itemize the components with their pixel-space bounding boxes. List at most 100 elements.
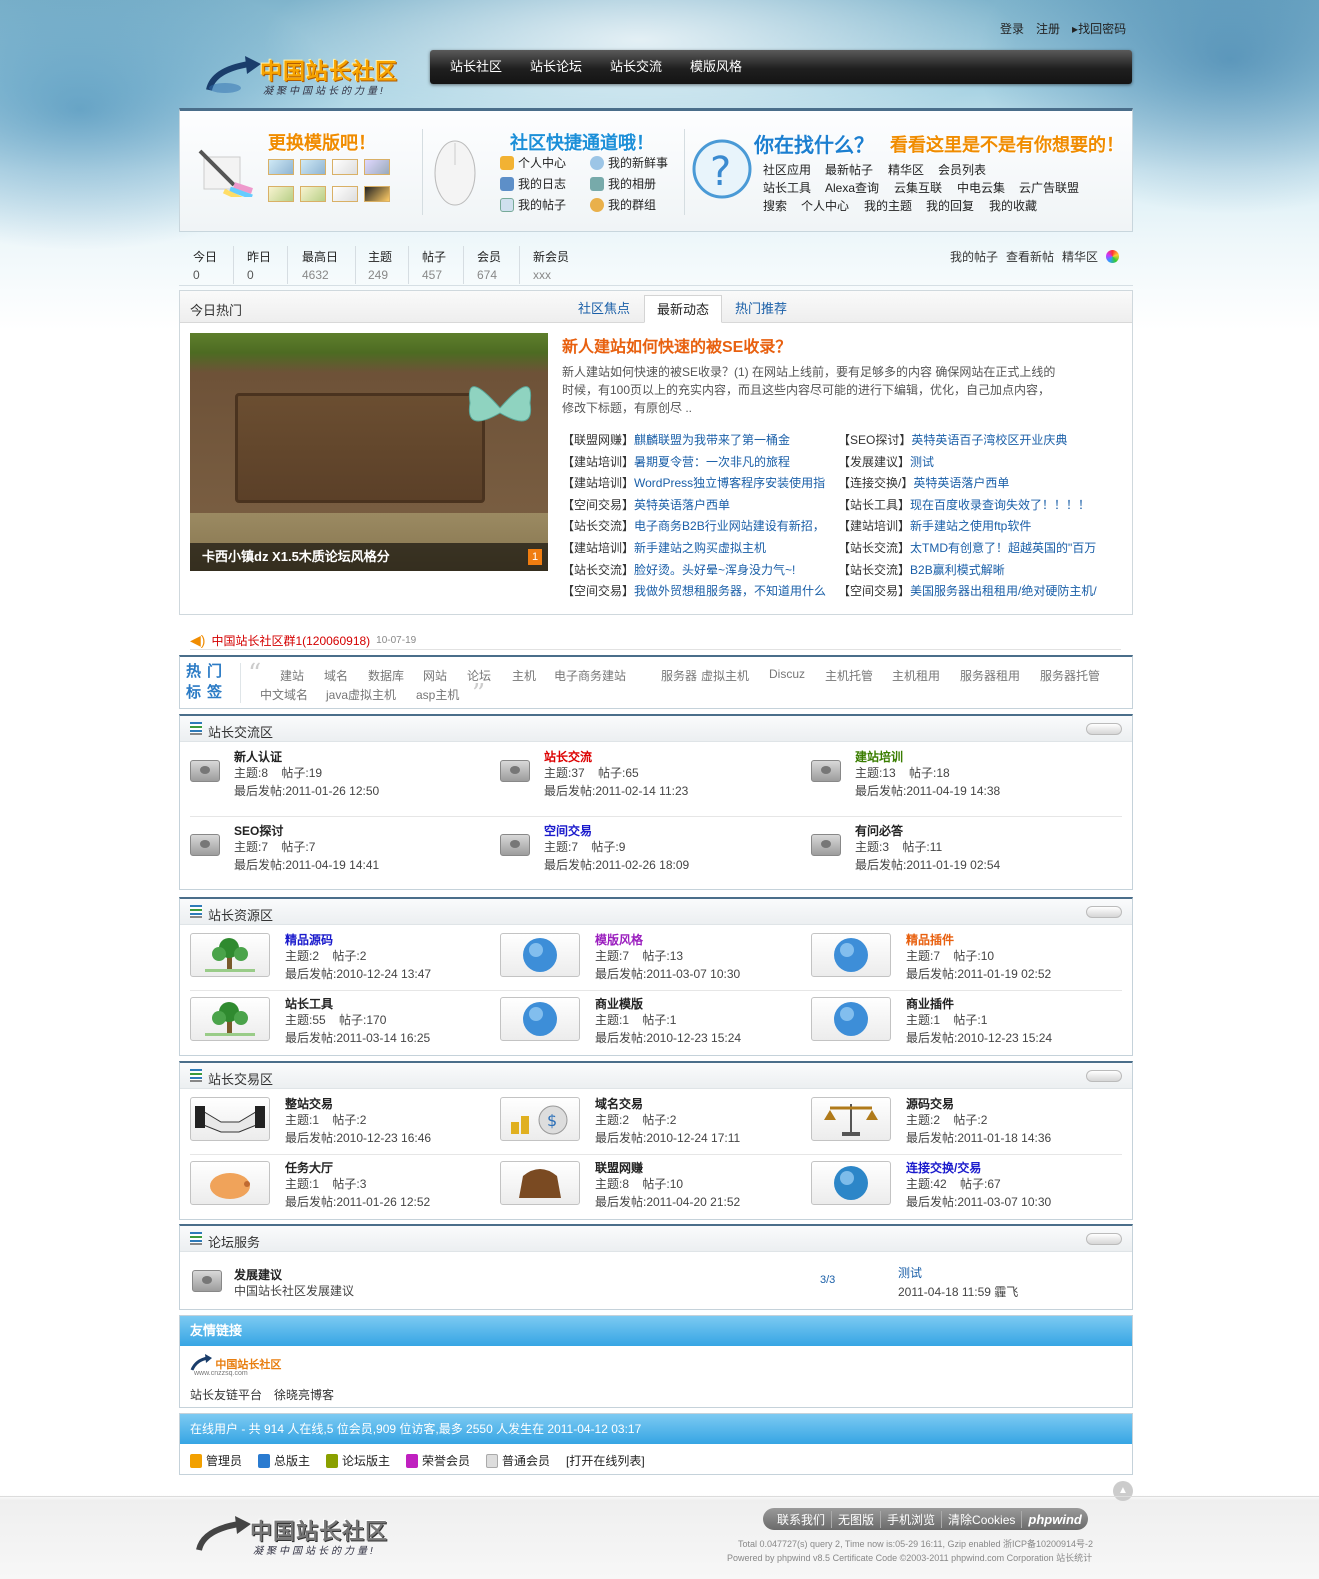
item-category[interactable]: 【联盟网赚】 [562, 433, 634, 447]
register-link[interactable]: 注册 [1036, 20, 1060, 37]
forum-name[interactable]: 精品源码 [285, 931, 333, 948]
forum-icon[interactable] [811, 1097, 891, 1141]
find-link[interactable]: 社区应用 [763, 161, 811, 178]
quick-link-posts[interactable]: 我的帖子 [500, 196, 566, 213]
item-title[interactable]: 新手建站之购买虚拟主机 [634, 541, 766, 555]
tag-link[interactable]: 虚拟主机 [701, 667, 749, 684]
forum-icon[interactable] [500, 1161, 580, 1205]
item-category[interactable]: 【连接交换/】 [838, 476, 913, 490]
item-category[interactable]: 【发展建议】 [838, 455, 910, 469]
tag-link[interactable]: 建站 [280, 667, 304, 684]
forum-name[interactable]: 整站交易 [285, 1095, 333, 1112]
forum-name[interactable]: 模版风格 [595, 931, 643, 948]
link-item[interactable]: 徐晓亮博客 [274, 1386, 334, 1403]
partner-logo[interactable]: 中国站长社区 www.cnzzsq.com [190, 1354, 281, 1377]
item-category[interactable]: 【站长交流】 [562, 519, 634, 533]
tag-link[interactable]: 中文域名 [260, 686, 308, 703]
find-link[interactable]: 站长工具 [763, 179, 811, 196]
tag-link[interactable]: 主机 [512, 667, 536, 684]
item-category[interactable]: 【空间交易】 [838, 584, 910, 598]
forum-name[interactable]: 新人认证 [234, 748, 282, 765]
last-post-title[interactable]: 测试 [898, 1264, 922, 1281]
forum-icon[interactable] [811, 933, 891, 977]
collapse-toggle[interactable] [1086, 1070, 1122, 1082]
nav-item-forum[interactable]: 站长论坛 [516, 50, 596, 84]
collapse-toggle[interactable] [1086, 1233, 1122, 1245]
find-link[interactable]: 会员列表 [938, 161, 986, 178]
nav-item-templates[interactable]: 模版风格 [676, 50, 756, 84]
tag-link[interactable]: 服务器托管 [1040, 667, 1100, 684]
item-title[interactable]: 现在百度收录查询失效了！！！！ [910, 498, 1090, 512]
tag-link[interactable]: Discuz [769, 667, 805, 681]
tag-link[interactable]: 论坛 [467, 667, 491, 684]
clear-cookies-link[interactable]: 清除Cookies [942, 1510, 1023, 1528]
tag-link[interactable]: 网站 [423, 667, 447, 684]
forum-icon[interactable] [190, 1161, 270, 1205]
forum-icon[interactable] [500, 933, 580, 977]
forum-name[interactable]: 建站培训 [855, 748, 903, 765]
item-category[interactable]: 【建站培训】 [838, 519, 910, 533]
skin-thumb[interactable] [300, 159, 326, 175]
tag-link[interactable]: asp主机 [416, 686, 459, 703]
tag-link[interactable]: 数据库 [368, 667, 404, 684]
find-link[interactable]: 我的回复 [926, 197, 974, 214]
contact-link[interactable]: 联系我们 [771, 1510, 833, 1528]
forum-icon[interactable] [811, 1161, 891, 1205]
collapse-toggle[interactable] [1086, 906, 1122, 918]
forum-icon[interactable] [190, 1097, 270, 1141]
forum-name[interactable]: 精品插件 [906, 931, 954, 948]
item-category[interactable]: 【站长交流】 [838, 541, 910, 555]
color-icon[interactable] [1106, 250, 1120, 263]
item-title[interactable]: 测试 [910, 455, 934, 469]
collapse-toggle[interactable] [1086, 723, 1122, 735]
site-logo[interactable]: 中国站长社区 凝聚中国站长的力量! [205, 50, 410, 100]
quick-link-profile[interactable]: 个人中心 [500, 154, 566, 171]
forum-icon[interactable] [190, 933, 270, 977]
item-title[interactable]: 新手建站之使用ftp软件 [910, 519, 1031, 533]
item-title[interactable]: WordPress独立博客程序安装使用指 [634, 476, 825, 490]
forum-name[interactable]: 商业模版 [595, 995, 643, 1012]
item-category[interactable]: 【SEO探讨】 [838, 433, 911, 447]
forum-icon[interactable] [500, 997, 580, 1041]
forum-name[interactable]: 商业插件 [906, 995, 954, 1012]
find-link[interactable]: 我的收藏 [989, 197, 1037, 214]
text-version-link[interactable]: 无图版 [832, 1510, 882, 1528]
item-title[interactable]: 电子商务B2B行业网站建设有新招， [634, 519, 825, 533]
online-list-toggle[interactable]: [打开在线列表] [566, 1452, 645, 1469]
new-posts-link[interactable]: 查看新帖 [1006, 248, 1054, 265]
item-category[interactable]: 【站长工具】 [838, 498, 910, 512]
nav-item-community[interactable]: 站长社区 [436, 50, 516, 84]
item-category[interactable]: 【建站培训】 [562, 455, 634, 469]
find-link[interactable]: 云集互联 [894, 179, 942, 196]
find-link[interactable]: 中电云集 [957, 179, 1005, 196]
item-title[interactable]: 美国服务器出租租用/绝对硬防主机/ [910, 584, 1097, 598]
forum-name[interactable]: 空间交易 [544, 822, 592, 839]
item-title[interactable]: 我做外贸想租服务器，不知道用什么 [634, 584, 826, 598]
skin-thumb[interactable] [300, 186, 326, 202]
featured-image[interactable]: 卡西小镇dz X1.5木质论坛风格分 1 [190, 333, 548, 571]
skin-thumb[interactable] [364, 159, 390, 175]
skin-thumb[interactable] [268, 159, 294, 175]
item-title[interactable]: 麒麟联盟为我带来了第一桶金 [634, 433, 790, 447]
my-posts-link[interactable]: 我的帖子 [950, 248, 998, 265]
find-link[interactable]: Alexa查询 [825, 179, 879, 196]
forum-name[interactable]: 连接交换/交易 [906, 1159, 981, 1176]
forum-name[interactable]: 域名交易 [595, 1095, 643, 1112]
link-item[interactable]: 站长友链平台 [190, 1386, 262, 1403]
quick-link-diary[interactable]: 我的日志 [500, 175, 566, 192]
tag-link[interactable]: 服务器 [661, 667, 697, 684]
forum-name[interactable]: 任务大厅 [285, 1159, 333, 1176]
forum-name[interactable]: 发展建议 [234, 1266, 282, 1283]
item-category[interactable]: 【空间交易】 [562, 498, 634, 512]
tag-link[interactable]: 服务器租用 [960, 667, 1020, 684]
forum-name[interactable]: 联盟网赚 [595, 1159, 643, 1176]
quick-link-fresh[interactable]: 我的新鲜事 [590, 154, 668, 171]
slide-index[interactable]: 1 [528, 549, 542, 565]
find-link[interactable]: 个人中心 [801, 197, 849, 214]
skin-thumb[interactable] [268, 186, 294, 202]
forum-name[interactable]: 源码交易 [906, 1095, 954, 1112]
back-to-top-icon[interactable]: ▲ [1113, 1481, 1133, 1501]
tag-link[interactable]: 电子商务建站 [554, 667, 626, 684]
item-title[interactable]: 暑期夏令营：一次非凡的旅程 [634, 455, 790, 469]
tag-link[interactable]: 主机租用 [892, 667, 940, 684]
